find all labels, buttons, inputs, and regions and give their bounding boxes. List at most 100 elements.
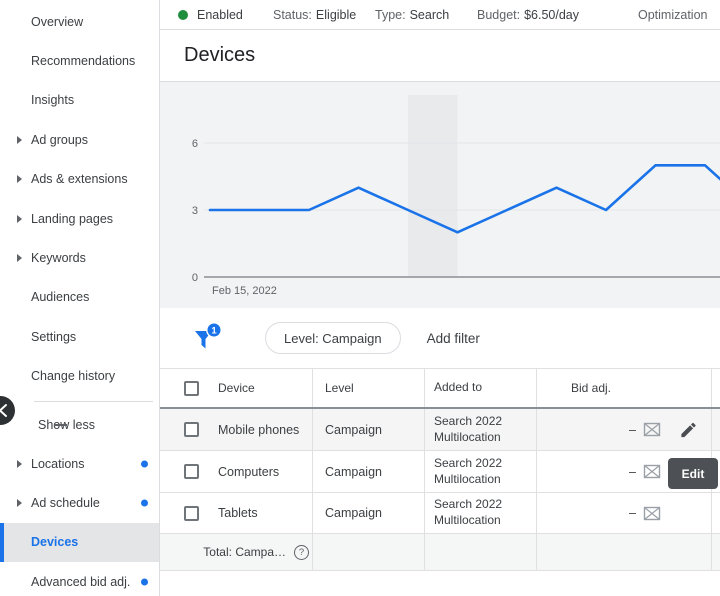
budget-value: $6.50/day [524,8,579,22]
filter-chip-level[interactable]: Level: Campaign [265,322,401,354]
cell-level: Campaign [313,451,425,492]
green-dot-icon [178,10,188,20]
sidebar-item-locations[interactable]: Locations [0,444,159,483]
campaign-status[interactable]: Status: Eligible [273,0,356,30]
total-cell-level [313,534,425,570]
sidebar-item-change-history[interactable]: Change history [0,357,159,396]
sidebar-more-list: Locations Ad schedule Devices Advanced b… [0,444,159,596]
filter-chip-label: Level: Campaign [284,331,382,346]
header-cell-spacer [712,369,720,407]
total-cell: Total: Campa… ? [160,534,313,570]
sidebar-item-ad-schedule[interactable]: Ad schedule [0,483,159,522]
device-name: Mobile phones [218,423,299,437]
select-all-checkbox[interactable] [184,381,199,396]
main-content: Devices 6 3 0 Feb 15, 2022 1 Level: Campaig… [160,30,720,596]
cell-added-to: Search 2022 Multilocation [425,451,537,492]
sidebar-item-insights[interactable]: Insights [0,81,159,120]
performance-chart-svg: 6 3 0 Feb 15, 2022 [160,82,720,308]
sidebar-item-label: Change history [31,369,115,383]
triangle-right-icon [17,215,22,223]
table-row-mobile-phones[interactable]: Mobile phones Campaign Search 2022 Multi… [160,409,720,451]
campaign-optimization[interactable]: Optimization [638,0,707,30]
performance-chart: 6 3 0 Feb 15, 2022 [160,82,720,308]
column-header-added-to[interactable]: Added to [425,369,537,407]
budget-label: Budget: [477,8,520,22]
type-label: Type: [375,8,406,22]
filter-count-badge: 1 [211,325,217,336]
sidebar-item-keywords[interactable]: Keywords [0,238,159,277]
column-header-device[interactable]: Device [218,381,255,395]
sidebar-item-landing-pages[interactable]: Landing pages [0,199,159,238]
funnel-icon: 1 [194,322,222,354]
bid-adj-value: – [629,506,636,520]
status-label: Status: [273,8,312,22]
cell-spacer [712,409,720,450]
sidebar-item-label: Settings [31,330,76,344]
add-filter-button[interactable]: Add filter [427,331,480,346]
filter-button[interactable]: 1 [194,322,222,354]
status-value: Eligible [316,8,356,22]
sidebar-nav-list: Overview Recommendations Insights Ad gro… [0,0,159,396]
row-checkbox[interactable] [184,422,199,437]
column-header-level[interactable]: Level [313,369,425,407]
minus-icon [54,424,67,426]
sidebar-divider [34,401,153,402]
sidebar-item-label: Ad groups [31,133,88,147]
row-checkbox[interactable] [184,506,199,521]
sidebar-item-recommendations[interactable]: Recommendations [0,41,159,80]
chevron-left-icon [0,403,8,418]
cell-device: Computers [160,451,313,492]
triangle-right-icon [17,254,22,262]
device-name: Computers [218,465,279,479]
svg-text:6: 6 [192,138,198,150]
sidebar-item-label: Locations [31,457,85,471]
cell-level: Campaign [313,493,425,533]
total-cell-added-to [425,534,537,570]
campaign-enabled-status[interactable]: Enabled [178,0,243,30]
sidebar-item-label: Overview [31,15,83,29]
column-header-bid-adj[interactable]: Bid adj. [537,369,712,407]
campaign-budget[interactable]: Budget: $6.50/day [477,0,579,30]
blue-dot-icon [141,499,148,506]
blue-dot-icon [141,460,148,467]
total-label: Total: Campa… [203,545,286,559]
triangle-right-icon [17,460,22,468]
bid-adj-value: – [629,465,636,479]
page-header: Devices [160,30,720,82]
table-row-computers[interactable]: Computers Campaign Search 2022 Multiloca… [160,451,720,493]
optimization-label: Optimization [638,8,707,22]
sidebar-item-settings[interactable]: Settings [0,317,159,356]
device-name: Tablets [218,506,258,520]
triangle-right-icon [17,175,22,183]
sidebar-item-advanced-bid-adj[interactable]: Advanced bid adj. [0,562,159,596]
sidebar-item-label: Insights [31,93,74,107]
total-row-spacer [313,534,720,570]
svg-text:3: 3 [192,205,198,217]
filter-bar: 1 Level: Campaign Add filter [160,308,720,368]
sidebar-item-audiences[interactable]: Audiences [0,278,159,317]
row-checkbox[interactable] [184,464,199,479]
question-circle-icon[interactable]: ? [294,545,309,560]
cell-added-to: Search 2022 Multilocation [425,493,537,533]
cell-added-to: Search 2022 Multilocation [425,409,537,450]
svg-text:0: 0 [192,272,198,284]
table-row-tablets[interactable]: Tablets Campaign Search 2022 Multilocati… [160,493,720,534]
svg-text:Feb 15, 2022: Feb 15, 2022 [212,285,277,297]
campaign-type[interactable]: Type: Search [375,0,449,30]
header-cell-device: Device [160,369,313,407]
cell-bid-adj: – [537,409,712,450]
sidebar-item-overview[interactable]: Overview [0,2,159,41]
sidebar-item-label: Ad schedule [31,496,100,510]
sidebar-item-ads-extensions[interactable]: Ads & extensions [0,160,159,199]
sidebar-item-ad-groups[interactable]: Ad groups [0,120,159,159]
pencil-icon[interactable] [679,420,698,439]
crossed-image-icon [643,422,661,437]
show-less-button[interactable]: Show less [0,406,159,444]
cell-device: Mobile phones [160,409,313,450]
cell-level: Campaign [313,409,425,450]
table-total-row: Total: Campa… ? [160,534,720,571]
sidebar-item-devices[interactable]: Devices [0,523,159,562]
sidebar-item-label: Recommendations [31,54,135,68]
sidebar-item-label: Devices [31,535,78,549]
page-title: Devices [184,44,255,67]
